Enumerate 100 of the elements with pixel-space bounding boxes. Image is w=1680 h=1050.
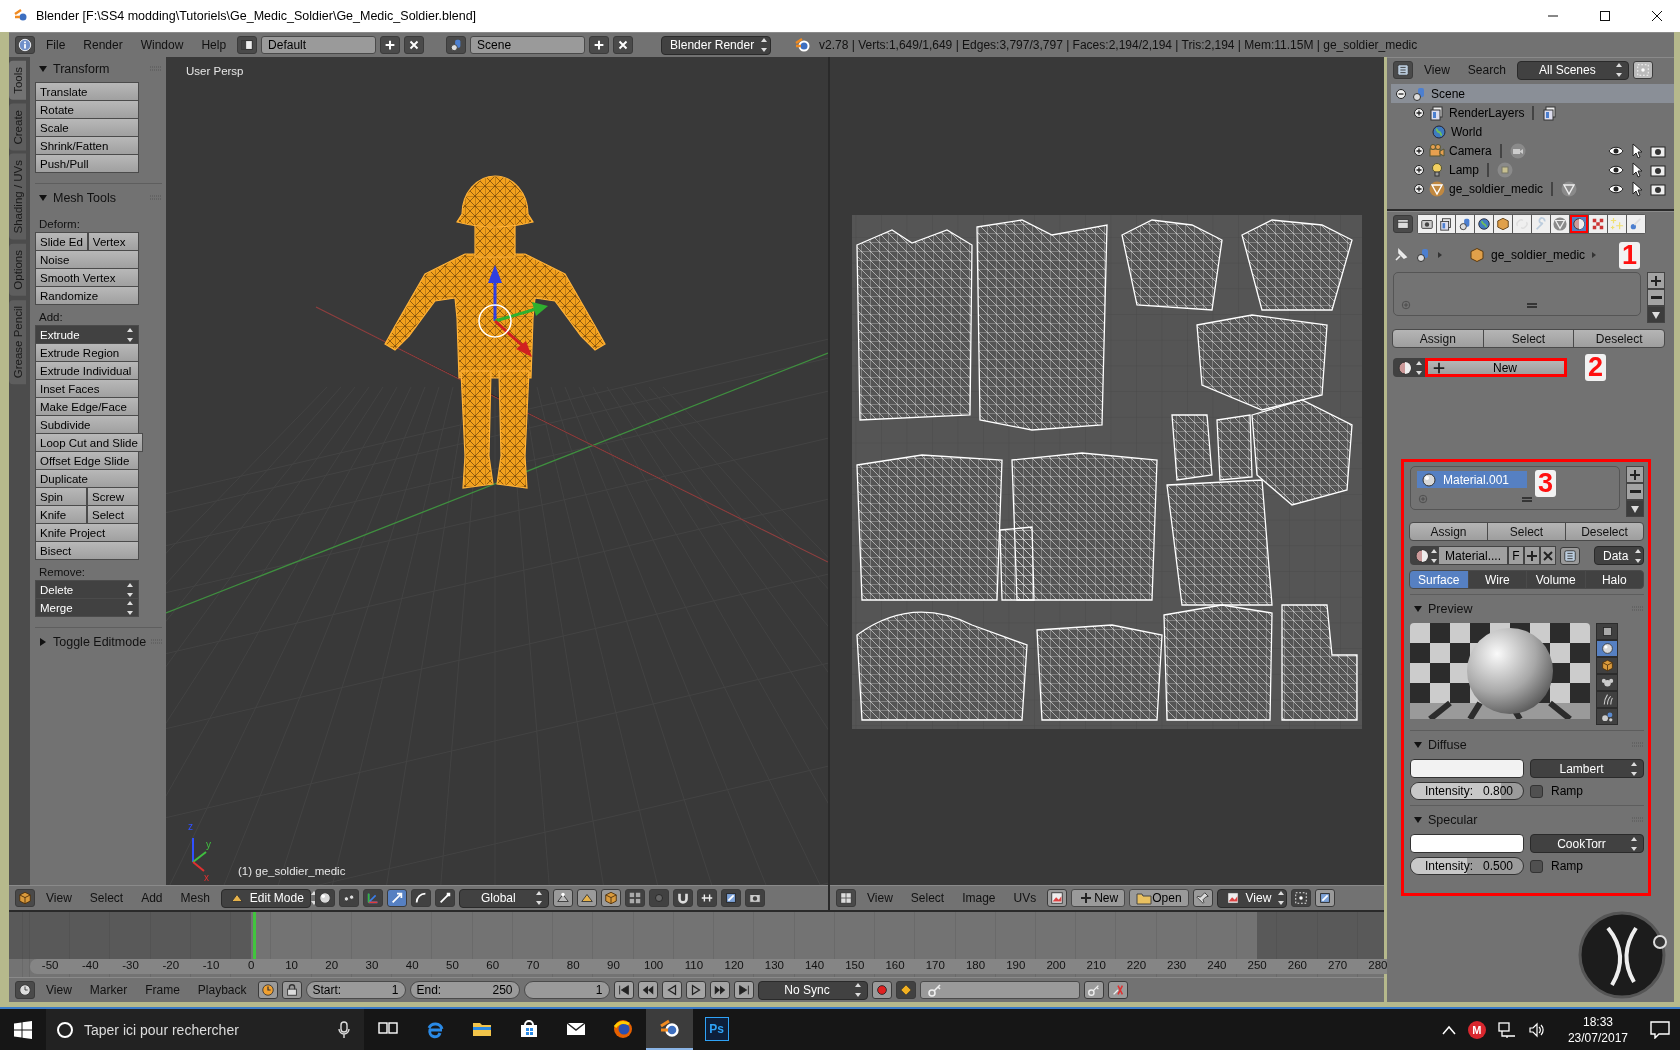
menu-item[interactable]: Playback: [190, 983, 254, 997]
jump-end-icon[interactable]: [733, 981, 754, 999]
properties-tab[interactable]: [1475, 215, 1493, 233]
tool-button[interactable]: Slide Ed: [35, 232, 88, 251]
ramp-checkbox[interactable]: [1530, 784, 1543, 798]
selectable-cursor-icon[interactable]: [1629, 161, 1645, 178]
preview-shape-button[interactable]: [1596, 708, 1618, 725]
add-icon[interactable]: [380, 36, 401, 54]
shading-tab[interactable]: Halo: [1584, 570, 1644, 589]
add-material-button[interactable]: [1524, 546, 1540, 565]
slot-action-button[interactable]: Deselect: [1573, 329, 1665, 348]
caret-up-icon[interactable]: [1441, 1024, 1456, 1035]
render-engine-dropdown[interactable]: Blender Render: [661, 35, 772, 55]
expand-toggle-icon[interactable]: [1413, 106, 1425, 119]
preview-shape-button[interactable]: [1596, 623, 1618, 640]
taskbar-app-button[interactable]: [646, 1009, 693, 1050]
selectable-cursor-icon[interactable]: [1629, 142, 1645, 159]
new-material-button[interactable]: New: [1425, 358, 1567, 377]
properties-tab[interactable]: [1418, 215, 1436, 233]
menu-item[interactable]: View: [39, 891, 79, 905]
menu-item[interactable]: Help: [194, 38, 234, 52]
scene-icon[interactable]: [446, 36, 467, 54]
tool-button[interactable]: Randomize: [35, 286, 139, 305]
panel-title[interactable]: Specular: [1428, 813, 1627, 827]
shading-tab[interactable]: Wire: [1467, 570, 1527, 589]
outliner-item-label[interactable]: ge_soldier_medic: [1449, 181, 1544, 196]
editor-type-icon[interactable]: [1393, 215, 1413, 233]
pin-icon[interactable]: [1393, 247, 1409, 263]
start-frame-field[interactable]: Start: 1: [305, 981, 406, 999]
menu-item[interactable]: Image: [955, 891, 1003, 905]
preview-shape-button[interactable]: [1596, 691, 1618, 708]
menu-item[interactable]: View: [1417, 63, 1457, 77]
remove-slot-button[interactable]: [1626, 483, 1644, 500]
menu-item[interactable]: File: [39, 38, 73, 52]
panel-title[interactable]: Toggle Editmode: [53, 635, 147, 649]
lock-icon[interactable]: [281, 981, 302, 999]
outliner-row[interactable]: Scene: [1391, 84, 1674, 103]
slot-action-button[interactable]: Deselect: [1565, 522, 1644, 541]
panel-title[interactable]: Preview: [1428, 602, 1627, 616]
menu-item[interactable]: Window: [133, 38, 191, 52]
outliner-row[interactable]: RenderLayers: [1391, 103, 1674, 122]
outliner-item-label[interactable]: Lamp: [1449, 162, 1480, 177]
outliner-item-label[interactable]: Camera: [1449, 143, 1492, 158]
preview-shape-button[interactable]: [1596, 657, 1618, 674]
face-mode-icon[interactable]: [600, 889, 621, 907]
unlink-material-button[interactable]: [1540, 546, 1556, 565]
add-slot-button[interactable]: [1647, 272, 1665, 289]
expanded-triangle-icon[interactable]: [1413, 815, 1423, 825]
orientation-dropdown[interactable]: Global: [458, 888, 549, 908]
outliner-row[interactable]: ge_soldier_medic: [1391, 179, 1674, 198]
taskbar-app-button[interactable]: Ps: [693, 1009, 740, 1050]
material-browse-icon[interactable]: [1397, 359, 1413, 376]
play-icon[interactable]: [685, 981, 706, 999]
panel-title[interactable]: Mesh Tools: [53, 191, 145, 205]
menu-item[interactable]: Frame: [138, 983, 187, 997]
editor-type-icon[interactable]: [15, 889, 35, 907]
expanded-triangle-icon[interactable]: [38, 193, 48, 203]
outliner-item-label[interactable]: World: [1451, 124, 1483, 139]
jump-keyframe-back-icon[interactable]: [637, 981, 658, 999]
search-field[interactable]: Taper ici pour rechercher: [46, 1009, 364, 1050]
properties-tab[interactable]: [1494, 215, 1512, 233]
nodes-icon[interactable]: [1560, 546, 1580, 565]
tool-button[interactable]: Push/Pull: [35, 154, 139, 173]
info-editor-icon[interactable]: [15, 36, 35, 54]
preview-shape-button[interactable]: [1596, 674, 1618, 691]
microphone-icon[interactable]: [338, 1020, 350, 1039]
scale-handle-icon[interactable]: [434, 889, 455, 907]
network-icon[interactable]: [1497, 1021, 1516, 1038]
tool-tab[interactable]: Tools: [9, 61, 26, 100]
outliner-row[interactable]: Lamp: [1391, 160, 1674, 179]
collapsed-triangle-icon[interactable]: [38, 637, 48, 647]
remove-slot-button[interactable]: [1647, 289, 1665, 306]
expanded-triangle-icon[interactable]: [1413, 740, 1423, 750]
menu-item[interactable]: Marker: [82, 983, 135, 997]
vertex-select-icon[interactable]: [552, 889, 573, 907]
editor-type-icon[interactable]: [836, 889, 856, 907]
editor-type-icon[interactable]: [1393, 61, 1413, 79]
properties-tab[interactable]: [1437, 215, 1455, 233]
delete-icon[interactable]: [404, 36, 425, 54]
menu-item[interactable]: Render: [76, 38, 130, 52]
jump-keyframe-forward-icon[interactable]: [709, 981, 730, 999]
selectable-cursor-icon[interactable]: [1629, 180, 1645, 197]
occlude-geometry-icon[interactable]: [624, 889, 645, 907]
render-preview-icon[interactable]: [744, 889, 765, 907]
preview-shape-button[interactable]: [1596, 640, 1618, 657]
view-mode-dropdown[interactable]: View: [1216, 888, 1287, 908]
color-swatch[interactable]: [1410, 834, 1524, 853]
outliner-item-label[interactable]: RenderLayers: [1449, 105, 1525, 120]
new-image-button[interactable]: New: [1071, 889, 1126, 907]
preview-range-icon[interactable]: [257, 981, 278, 999]
expand-toggle-icon[interactable]: [1413, 163, 1425, 176]
keying-set-field[interactable]: [919, 981, 1080, 999]
ramp-checkbox[interactable]: [1530, 859, 1543, 873]
shading-tab[interactable]: Volume: [1526, 570, 1586, 589]
add-icon[interactable]: [589, 36, 610, 54]
menu-item[interactable]: View: [860, 891, 900, 905]
record-icon[interactable]: [871, 981, 892, 999]
speaker-icon[interactable]: [1527, 1021, 1546, 1038]
properties-tab[interactable]: [1456, 215, 1474, 233]
expand-toggle-icon[interactable]: [1413, 144, 1425, 157]
